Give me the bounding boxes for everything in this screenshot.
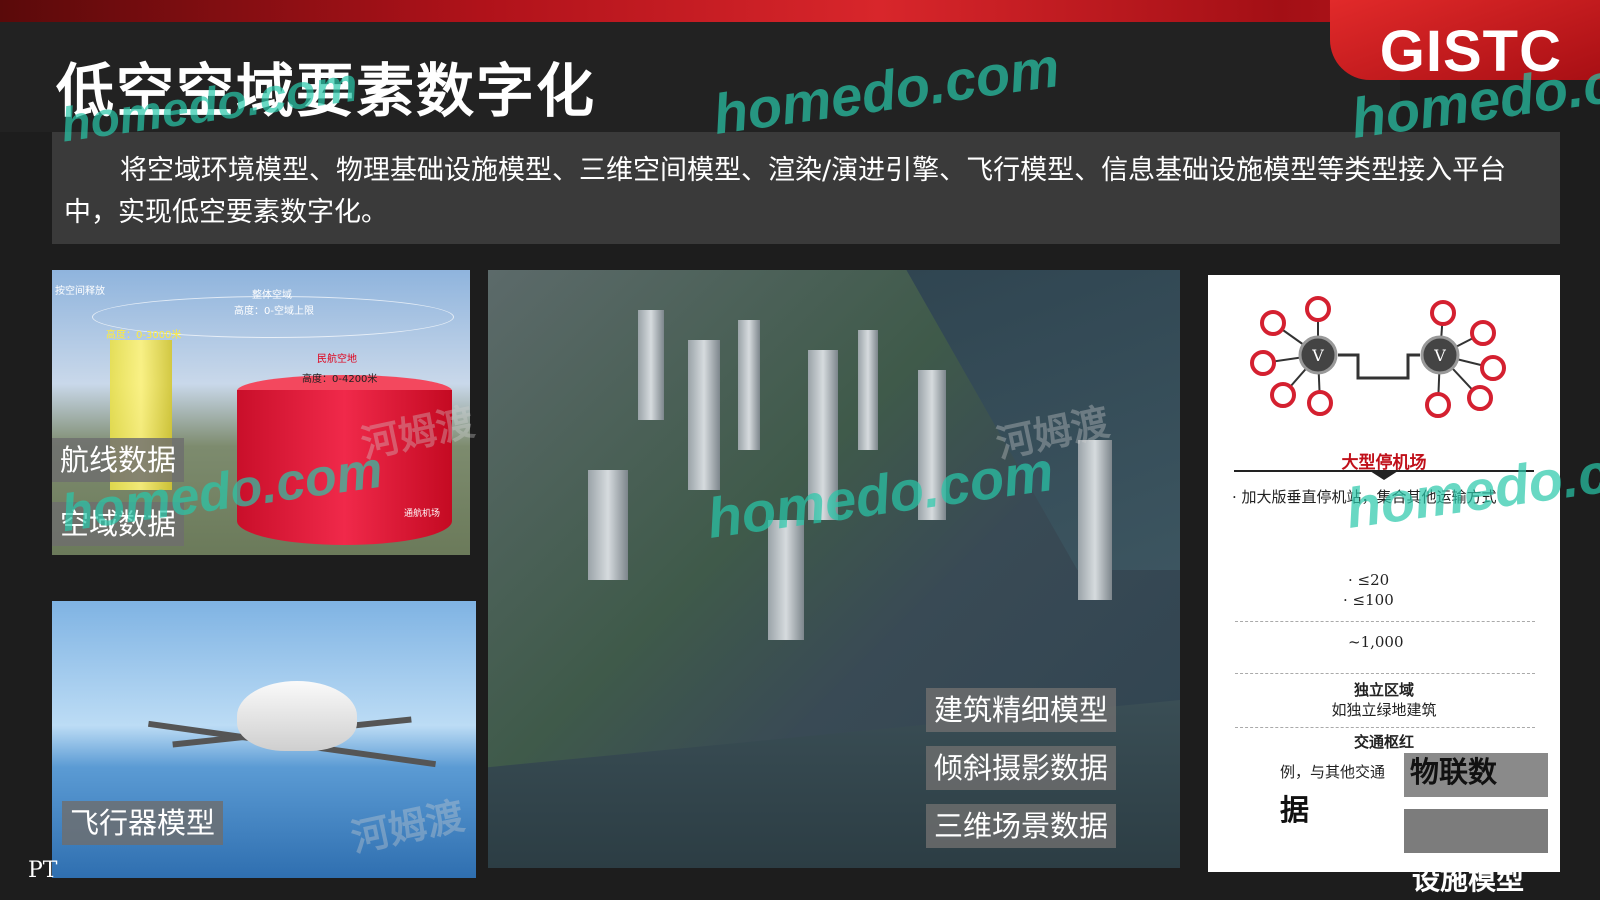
zone-desc: 如独立绿地建筑 — [1331, 701, 1437, 719]
capacity-value-1: · ≤20 — [1348, 571, 1390, 589]
value-text: ≤20 — [1357, 571, 1390, 589]
red-zone-text: 民航空地 — [317, 354, 357, 365]
aircraft-image: 飞行器模型 — [52, 601, 476, 878]
capacity-value-3: ~1,000 — [1348, 633, 1404, 651]
hub-title: 交通枢红 — [1353, 733, 1414, 751]
value-text: ≤100 — [1352, 591, 1394, 609]
logo: GISTC — [1379, 19, 1562, 84]
iot-data-label-2: 据 — [1280, 793, 1310, 827]
drone-cabin — [237, 681, 357, 751]
red-cylinder — [237, 390, 452, 545]
svg-text:V: V — [1433, 346, 1446, 365]
vertiport-card: V V 大型停机场 · 加大版垂直停机站，集合其他运输方式 · ≤20 · ≤1… — [1208, 275, 1560, 872]
building — [1078, 440, 1112, 600]
sea-area — [906, 270, 1180, 570]
building — [638, 310, 664, 420]
vertiport-diagram: V V — [1250, 296, 1506, 418]
card-divider — [1235, 727, 1535, 728]
airspace-data-label: 空域数据 — [52, 502, 185, 546]
building — [688, 340, 720, 490]
page-mark: PT — [28, 858, 58, 883]
building — [918, 370, 946, 520]
intro-panel: 将空域环境模型、物理基础设施模型、三维空间模型、渲染/演进引擎、飞行模型、信息基… — [52, 132, 1560, 244]
building — [808, 350, 838, 520]
building — [858, 330, 878, 450]
svg-text:V: V — [1311, 346, 1324, 365]
building — [768, 520, 804, 640]
city-3d-image: 建筑精细模型 倾斜摄影数据 三维场景数据 — [488, 270, 1180, 868]
building — [588, 470, 628, 580]
card-divider — [1235, 673, 1535, 674]
red-zone-sub: 高度：0-4200米 — [302, 374, 378, 385]
aircraft-model-label: 飞行器模型 — [62, 801, 224, 845]
card-divider — [1235, 621, 1535, 622]
oblique-photo-label: 倾斜摄影数据 — [926, 746, 1117, 790]
building — [738, 320, 760, 450]
airspace-top-text: 整体空域 — [252, 290, 292, 301]
hub-desc: 例，与其他交通 — [1280, 763, 1386, 781]
capacity-value-2: · ≤100 — [1343, 591, 1394, 609]
title-underline — [1234, 470, 1534, 480]
page-title: 低空空域要素数字化 — [56, 57, 597, 125]
facility-model-label: 设施模型 — [1412, 863, 1525, 896]
yellow-height-text: 高度：0-3000米 — [106, 330, 182, 341]
airport-text: 通航机场 — [404, 509, 441, 519]
side-label-box-2 — [1404, 809, 1548, 853]
zone-title: 独立区域 — [1353, 681, 1414, 699]
route-data-label: 航线数据 — [52, 438, 185, 482]
building-model-label: 建筑精细模型 — [926, 688, 1117, 732]
vertiport-desc-text: 加大版垂直停机站，集合其他运输方式 — [1241, 488, 1497, 506]
airspace-image: 按空间释放 整体空域 高度：0-空域上限 高度：0-3000米 民航空地 高度：… — [52, 270, 470, 555]
airspace-top-sub: 高度：0-空域上限 — [234, 306, 314, 317]
3d-scene-label: 三维场景数据 — [926, 804, 1117, 848]
intro-text: 将空域环境模型、物理基础设施模型、三维空间模型、渲染/演进引擎、飞行模型、信息基… — [64, 155, 1507, 228]
airspace-corner-text: 按空间释放 — [55, 286, 105, 297]
vertiport-desc: · 加大版垂直停机站，集合其他运输方式 — [1232, 488, 1497, 506]
iot-data-label-1: 物联数 — [1410, 755, 1498, 789]
